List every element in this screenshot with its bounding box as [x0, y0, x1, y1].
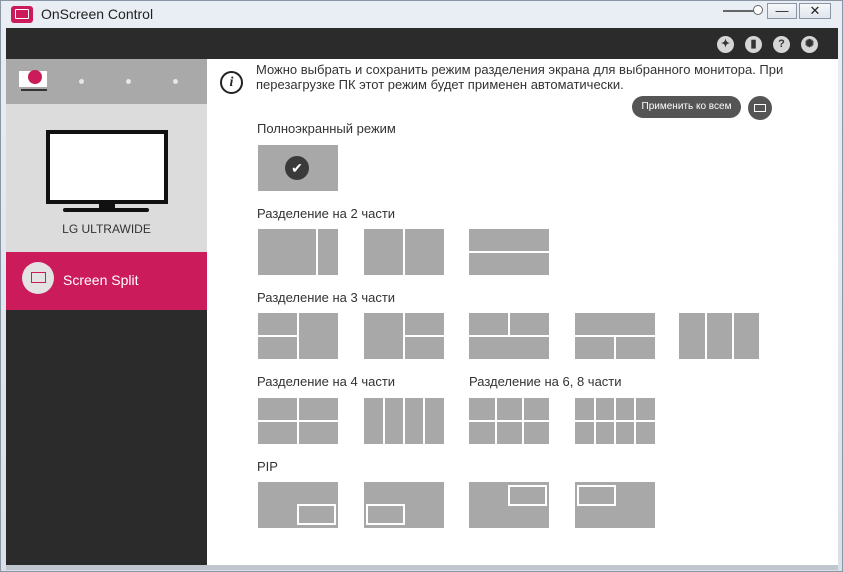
sidebar-item-screen-split[interactable]: Screen Split — [6, 252, 207, 310]
layout-split6-grid[interactable] — [469, 398, 549, 444]
sidebar: LG ULTRAWIDE Screen Split — [6, 59, 207, 565]
layout-pip-bottom-right[interactable] — [258, 482, 338, 528]
layout-split2-vertical[interactable] — [364, 229, 444, 275]
main-content: i Можно выбрать и сохранить режим раздел… — [207, 59, 838, 565]
layout-split3-right-stack[interactable] — [364, 313, 444, 359]
layout-split4-grid[interactable] — [258, 398, 338, 444]
layout-split3-top-two[interactable] — [469, 313, 549, 359]
top-toolbar: ✦ ▮ ? ✺ — [6, 28, 838, 59]
monitor-illustration-icon — [46, 130, 168, 204]
monitor-mini-stand — [21, 89, 47, 91]
layout-split3-left-stack[interactable] — [258, 313, 338, 359]
sidebar-item-label: Screen Split — [63, 272, 139, 288]
window-bottom-edge — [6, 565, 838, 570]
display-icon[interactable]: ▮ — [745, 36, 762, 53]
opacity-slider[interactable] — [723, 10, 757, 12]
close-button[interactable]: ✕ — [799, 3, 831, 19]
screen-split-icon — [22, 262, 54, 294]
layout-split4-columns[interactable] — [364, 398, 444, 444]
monitor-slot-dot[interactable] — [126, 79, 131, 84]
monitor-slot-dot[interactable] — [79, 79, 84, 84]
layout-pip-bottom-left[interactable] — [364, 482, 444, 528]
title-bar: OnScreen Control — ✕ — [1, 1, 842, 28]
apply-to-all-button[interactable]: Применить ко всем — [632, 96, 741, 118]
cursor-settings-icon[interactable]: ✦ — [717, 36, 734, 53]
monitor-slot-dot[interactable] — [173, 79, 178, 84]
app-logo-icon — [11, 6, 33, 23]
layout-split3-bottom-two[interactable] — [575, 313, 655, 359]
layout-split8-grid[interactable] — [575, 398, 655, 444]
minimize-button[interactable]: — — [767, 3, 797, 19]
info-icon: i — [220, 71, 243, 94]
layout-pip-top-right[interactable] — [469, 482, 549, 528]
section-split4-title: Разделение на 4 части — [257, 374, 396, 389]
checkmark-icon: ✔ — [285, 156, 309, 180]
section-pip-title: PIP — [257, 459, 278, 474]
app-window: OnScreen Control — ✕ ✦ ▮ ? ✺ LG ULTRAWID… — [0, 0, 843, 572]
layout-split2-wide-left[interactable] — [258, 229, 338, 275]
layout-fullscreen[interactable]: ✔ — [258, 145, 338, 191]
monitor-base — [63, 208, 149, 212]
window-title: OnScreen Control — [41, 6, 154, 22]
opacity-slider-knob[interactable] — [753, 5, 763, 15]
layout-split2-horizontal[interactable] — [469, 229, 549, 275]
monitor-neck — [99, 200, 115, 208]
monitor-selector[interactable] — [6, 59, 207, 104]
layout-split3-columns[interactable] — [679, 313, 759, 359]
help-icon[interactable]: ? — [773, 36, 790, 53]
apply-monitor-icon[interactable] — [748, 96, 772, 120]
selected-check-badge-icon — [28, 70, 42, 84]
settings-gear-icon[interactable]: ✺ — [801, 36, 818, 53]
section-split2-title: Разделение на 2 части — [257, 206, 396, 221]
layout-pip-top-left[interactable] — [575, 482, 655, 528]
section-split68-title: Разделение на 6, 8 части — [469, 374, 622, 389]
info-text: Можно выбрать и сохранить режим разделен… — [256, 62, 784, 92]
monitor-name: LG ULTRAWIDE — [62, 222, 151, 236]
monitor-panel: LG ULTRAWIDE — [6, 104, 207, 252]
section-fullscreen-title: Полноэкранный режим — [257, 121, 396, 136]
section-split3-title: Разделение на 3 части — [257, 290, 396, 305]
